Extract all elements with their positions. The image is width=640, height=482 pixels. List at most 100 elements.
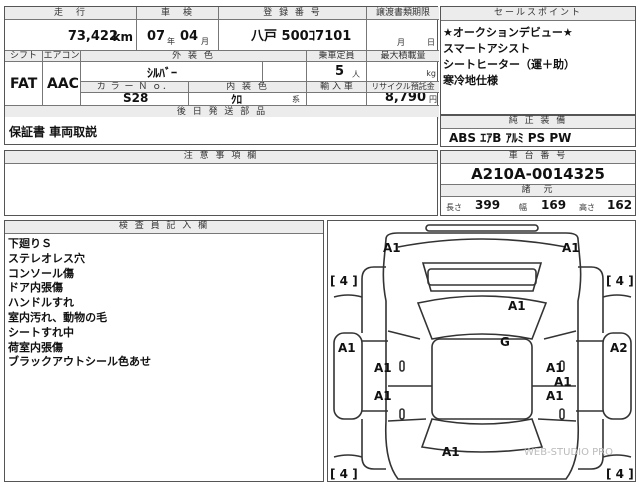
aircon-header: エアコン (43, 51, 81, 62)
equipment-box: 純 正 装 備 ABS ｴｱB ｱﾙﾐ PS PW (440, 115, 636, 147)
inspection-year: 07 (147, 29, 166, 44)
shift-cell: FAT (5, 62, 43, 106)
sales-point-line: シートヒーター（運＋助） (443, 58, 575, 71)
transfer-day: 日 (427, 38, 435, 47)
tire-bracket: [ 4 ] (606, 467, 634, 481)
mileage-value: 73,422 (67, 29, 118, 44)
transfer-header: 譲渡書類期限 (367, 7, 439, 20)
damage-mark: A1 (374, 361, 392, 375)
shift-value: FAT (10, 76, 38, 92)
interior-header: 内 装 色 (189, 82, 307, 93)
exterior-header: 外 装 色 (81, 51, 307, 62)
tire-value: 4 (615, 274, 625, 288)
chassis-header: 車 台 番 号 (441, 151, 635, 164)
damage-mark: A1 (442, 445, 460, 459)
inspector-line: ハンドルすれ (8, 296, 74, 310)
interior-value: ｸﾛ (231, 93, 242, 106)
inspector-line: コンソール傷 (8, 266, 74, 280)
chassis-value: A210A-0014325 (441, 164, 635, 185)
inspector-line: 下廻りＳ (8, 237, 52, 250)
tire-value: 4 (339, 467, 349, 481)
recycle-header: リサイクル預託金 (367, 82, 439, 93)
interior-unit: 系 (292, 95, 300, 104)
color-no-cell: S28 (81, 93, 189, 106)
capacity-unit: 人 (352, 70, 360, 79)
inspection-cell: 07 年 04 月 (137, 20, 219, 51)
inspector-line: ステレオレス穴 (8, 251, 85, 265)
sales-points-list: ★オークションデビュー★ スマートアシスト シートヒーター（運＋助） 寒冷地仕様 (441, 21, 635, 93)
tire-bracket: [ 4 ] (330, 274, 358, 288)
damage-mark: A1 (383, 241, 401, 255)
inspection-month: 04 (180, 29, 199, 44)
damage-mark: A1 (374, 389, 392, 403)
sales-point-line: 寒冷地仕様 (443, 74, 498, 87)
sales-point-line: ★オークションデビュー★ (443, 26, 573, 39)
import-header: 輸 入 車 (307, 82, 367, 93)
height-value: 162 (607, 198, 633, 212)
width-label: 幅 (519, 203, 527, 212)
tire-bracket: [ 4 ] (606, 274, 634, 288)
import-cell (307, 93, 367, 106)
aircon-cell: AAC (43, 62, 81, 106)
dims-row: 長さ 399 幅 169 高さ 162 (441, 197, 635, 215)
color-no-value: S28 (123, 93, 149, 105)
mileage-cell: 73,422 km (5, 20, 137, 51)
exterior-value: ｼﾙﾊﾞｰ (147, 66, 178, 80)
accessories-box: 保証書 車両取説 (4, 117, 438, 145)
inspector-list: 下廻りＳ ステレオレス穴 コンソール傷 ドア内張傷 ハンドルすれ 室内汚れ、動物… (5, 234, 323, 373)
damage-mark: A1 (546, 361, 564, 375)
inspector-box: 検 査 員 記 入 欄 下廻りＳ ステレオレス穴 コンソール傷 ドア内張傷 ハン… (4, 220, 324, 482)
inspection-year-unit: 年 (167, 37, 175, 46)
equipment-header: 純 正 装 備 (441, 116, 635, 129)
chassis-box: 車 台 番 号 A210A-0014325 諸 元 長さ 399 幅 169 高… (440, 150, 636, 216)
length-label: 長さ (446, 203, 462, 212)
exterior-blank (263, 62, 307, 82)
transfer-month: 月 (397, 38, 405, 47)
width-value: 169 (541, 198, 567, 212)
registration-cell: 八戸 500ｺ7101 (219, 20, 367, 51)
damage-mark: A2 (610, 341, 628, 355)
transfer-cell: 月 日 (367, 20, 439, 51)
load-header: 最大積載量 (367, 51, 439, 62)
color-no-header: カ ラ ー Ｎ ｏ． (81, 82, 189, 93)
damage-mark: A1 (508, 299, 526, 313)
inspection-header: 車 検 (137, 7, 219, 20)
inspector-line: シートすれ中 (8, 325, 74, 339)
damage-mark: A1 (546, 389, 564, 403)
tire-value: 4 (339, 274, 349, 288)
registration-value: 八戸 500ｺ7101 (251, 29, 352, 44)
inspector-line: 室内汚れ、動物の毛 (8, 310, 108, 324)
accessories-value: 保証書 車両取説 (9, 125, 98, 139)
dims-header: 諸 元 (441, 185, 635, 197)
capacity-value: 5 (335, 64, 345, 79)
interior-cell: ｸﾛ 系 (189, 93, 307, 106)
watermark: WEB-STUDIO PRO (524, 447, 613, 458)
shift-header: シフト (5, 51, 43, 62)
recycle-unit: 円 (429, 95, 437, 104)
equipment-value: ABS ｴｱB ｱﾙﾐ PS PW (449, 131, 572, 145)
sales-point-line: スマートアシスト (443, 42, 531, 55)
damage-mark: A1 (338, 341, 356, 355)
tire-bracket: [ 4 ] (330, 467, 358, 481)
inspection-month-unit: 月 (201, 37, 209, 46)
recycle-cell: 8,790 円 (367, 93, 439, 106)
car-diagram-box: A1 A1 A1 G A1 A2 A1 A1 A1 A1 A1 A1 [ 4 ]… (327, 220, 636, 482)
capacity-header: 乗車定員 (307, 51, 367, 62)
mileage-unit: km (112, 30, 133, 44)
recycle-value: 8,790 (384, 93, 426, 105)
inspector-line: ドア内張傷 (8, 281, 63, 295)
sales-points-box: セールスポイント ★オークションデビュー★ スマートアシスト シートヒーター（運… (440, 6, 636, 115)
registration-header: 登 録 番 号 (219, 7, 367, 20)
damage-mark: G (500, 335, 510, 349)
info-table: 走 行 車 検 登 録 番 号 譲渡書類期限 73,422 km 07 年 04… (4, 6, 439, 119)
aircon-value: AAC (47, 76, 79, 92)
height-label: 高さ (579, 203, 595, 212)
tire-value: 4 (615, 467, 625, 481)
notes-header: 注 意 事 項 欄 (5, 151, 437, 164)
load-unit: kg (426, 69, 436, 78)
car-diagram-icon (333, 224, 632, 480)
inspector-header: 検 査 員 記 入 欄 (5, 221, 323, 234)
exterior-cell: ｼﾙﾊﾞｰ (81, 62, 263, 82)
length-value: 399 (475, 198, 501, 212)
damage-mark: A1 (562, 241, 580, 255)
